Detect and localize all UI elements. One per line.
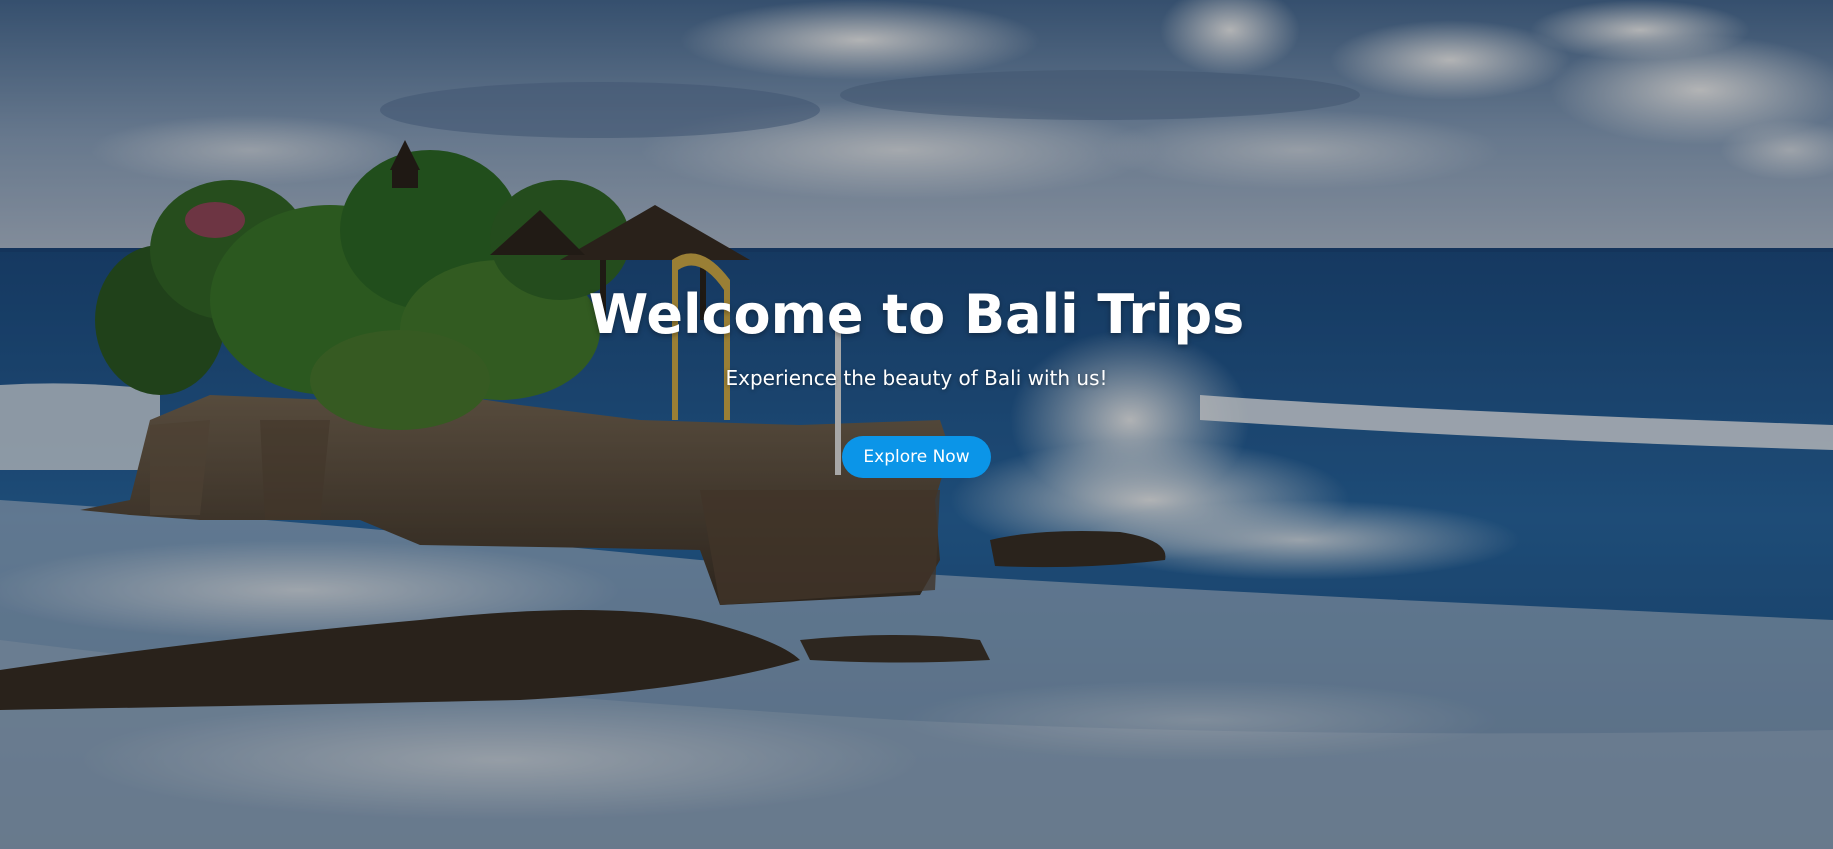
hero-content: Welcome to Bali Trips Experience the bea… xyxy=(0,280,1833,478)
hero-title: Welcome to Bali Trips xyxy=(588,283,1245,346)
explore-now-button[interactable]: Explore Now xyxy=(842,436,991,478)
hero-section: Welcome to Bali Trips Experience the bea… xyxy=(0,0,1833,849)
hero-subtitle: Experience the beauty of Bali with us! xyxy=(725,366,1108,390)
